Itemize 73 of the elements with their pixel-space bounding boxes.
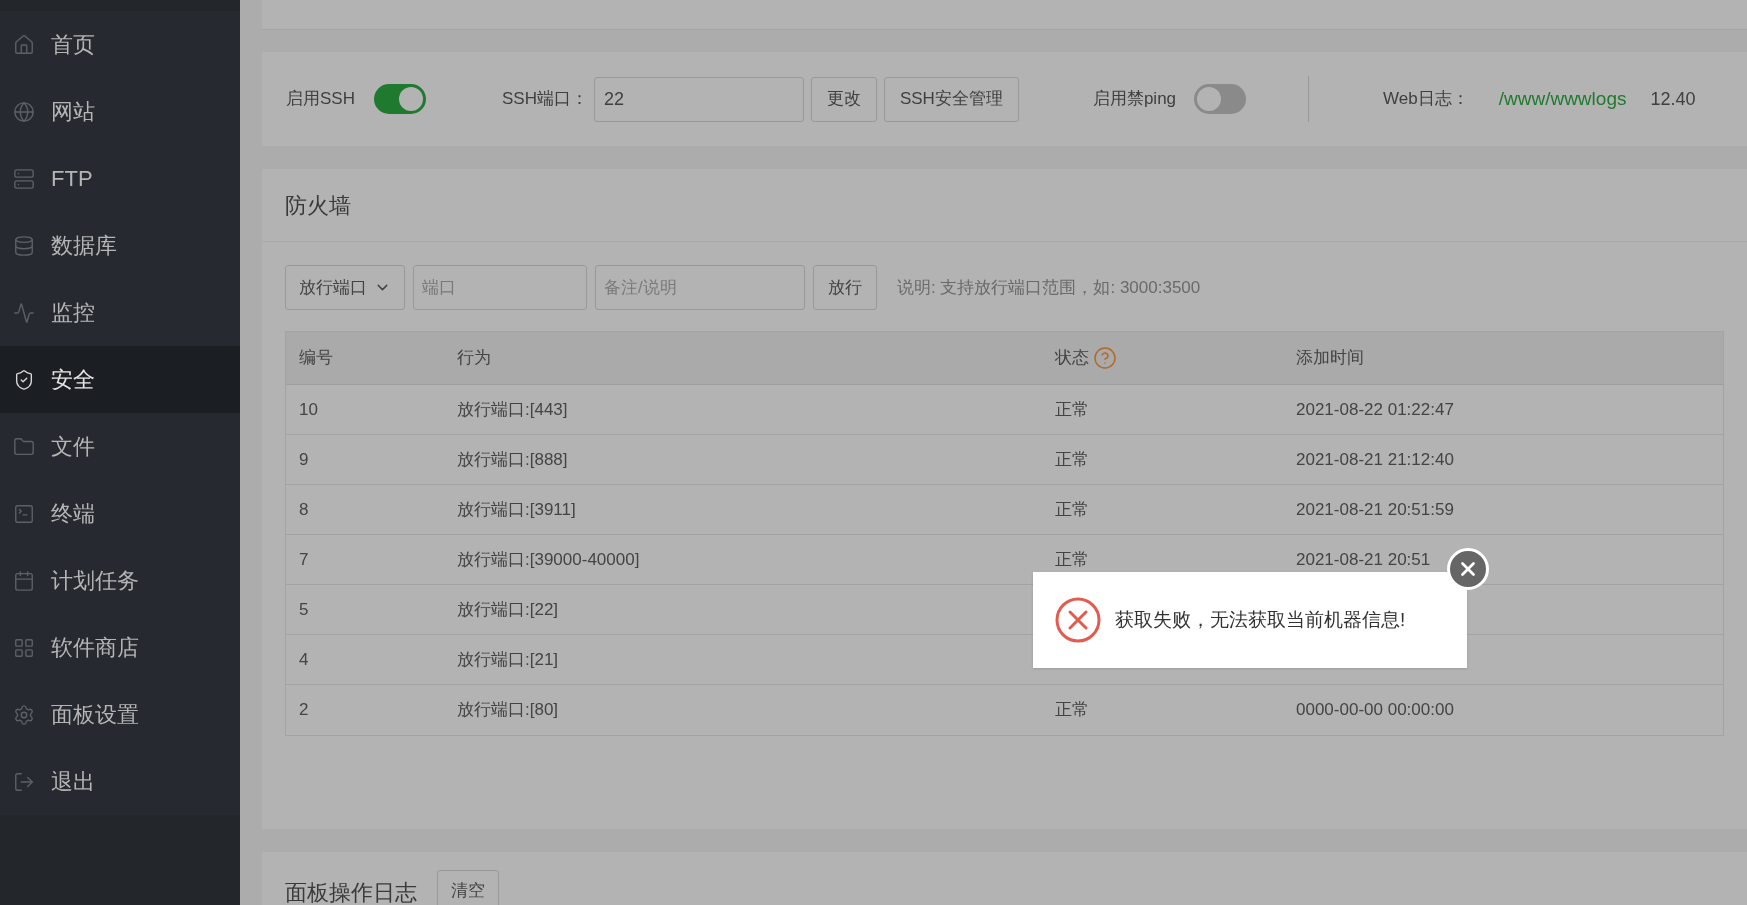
table-cell: 4 <box>299 649 309 669</box>
sidebar-item[interactable]: 计划任务 <box>0 547 240 614</box>
table-cell: 放行端口:[80] <box>457 700 559 720</box>
chart-icon <box>13 301 35 324</box>
web-log-label: Web日志： <box>1383 88 1469 111</box>
action-button[interactable]: 更改 <box>810 76 877 122</box>
sidebar-item[interactable]: 面板设置 <box>0 681 240 748</box>
table-cell: 2021-08-21 20:51 <box>1296 549 1431 569</box>
web-log-size: 12.40 <box>1650 87 1696 111</box>
shield-icon <box>13 368 35 391</box>
sidebar-item[interactable]: 首页 <box>0 11 240 78</box>
ssh-label: 启用SSH <box>286 88 355 111</box>
toggle-switch[interactable] <box>373 84 426 114</box>
folder-icon <box>13 435 35 458</box>
table-cell: 正常 <box>1055 549 1089 569</box>
home-icon <box>13 33 35 56</box>
calendar-icon <box>13 569 35 592</box>
table-cell: 正常 <box>1055 700 1089 720</box>
action-button[interactable]: SSH安全管理 <box>883 76 1019 122</box>
table-cell: 10 <box>299 399 318 419</box>
column-header: 行为 <box>457 347 491 370</box>
table-cell: 放行端口:[22] <box>457 599 559 619</box>
error-message: 获取失败，无法获取当前机器信息! <box>1115 607 1406 632</box>
sidebar-item[interactable]: FTP <box>0 145 240 212</box>
table-cell: 放行端口:[443] <box>457 399 568 419</box>
grid-icon <box>13 636 35 659</box>
sidebar-item[interactable]: 监控 <box>0 279 240 346</box>
column-header: 添加时间 <box>1296 347 1364 370</box>
sidebar-item[interactable]: 数据库 <box>0 212 240 279</box>
server-icon <box>13 167 35 190</box>
section-title: 面板操作日志 <box>285 879 417 905</box>
table-cell: 0000-00-00 00:00:00 <box>1296 700 1454 720</box>
table-cell: 2021-08-22 01:22:47 <box>1296 399 1454 419</box>
table-cell: 7 <box>299 549 309 569</box>
column-header: 状态 <box>1055 347 1089 370</box>
help-icon[interactable] <box>1093 346 1117 370</box>
terminal-icon <box>13 502 35 525</box>
note-field[interactable]: 备注/说明 <box>595 265 805 310</box>
sidebar-item[interactable]: 终端 <box>0 480 240 547</box>
rule-type-select[interactable]: 放行端口 <box>285 265 405 310</box>
ping-label: 启用禁ping <box>1092 88 1177 111</box>
table-cell: 2 <box>299 700 309 720</box>
ssh-port-field[interactable]: 22 <box>593 76 804 122</box>
table-cell: 正常 <box>1055 499 1089 519</box>
error-icon <box>1055 597 1101 643</box>
table-cell: 9 <box>299 449 309 469</box>
database-icon <box>13 234 35 257</box>
toggle-switch[interactable] <box>1194 84 1247 114</box>
sidebar-item[interactable]: 退出 <box>0 748 240 815</box>
table-cell: 放行端口:[888] <box>457 449 568 469</box>
clear-button[interactable]: 清空 <box>437 870 499 905</box>
sidebar-item[interactable]: 安全 <box>0 346 240 413</box>
table-cell: 正常 <box>1055 449 1089 469</box>
sidebar-item[interactable]: 网站 <box>0 78 240 145</box>
hint-text: 说明: 支持放行端口范围，如: 3000:3500 <box>897 276 1201 299</box>
table-cell: 放行端口:[21] <box>457 649 559 669</box>
settings-icon <box>13 703 35 726</box>
sidebar-item[interactable]: 文件 <box>0 413 240 480</box>
sidebar-item[interactable]: 软件商店 <box>0 614 240 681</box>
table-cell: 2021-08-21 21:12:40 <box>1296 449 1454 469</box>
table-cell: 2021-08-21 20:51:59 <box>1296 499 1454 519</box>
globe-icon <box>13 100 35 123</box>
table-cell: 5 <box>299 599 309 619</box>
table-cell: 8 <box>299 499 309 519</box>
column-header: 编号 <box>299 347 333 370</box>
ssh-port-label: SSH端口： <box>501 88 588 111</box>
allow-button[interactable]: 放行 <box>813 265 877 310</box>
table-cell: 放行端口:[39000-40000] <box>457 549 640 569</box>
port-field[interactable]: 端口 <box>413 265 587 310</box>
table-cell: 正常 <box>1055 399 1089 419</box>
section-title: 防火墙 <box>285 191 351 220</box>
table-cell: 放行端口:[3911] <box>457 499 576 519</box>
logout-icon <box>13 770 35 793</box>
